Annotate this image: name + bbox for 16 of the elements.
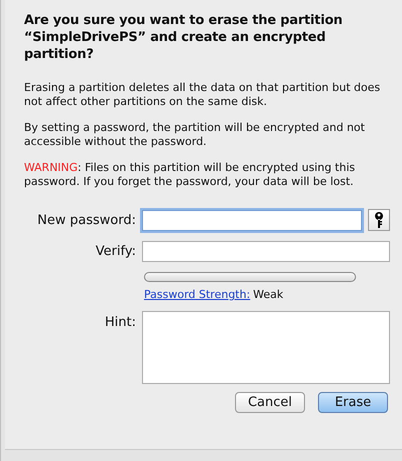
strength-link[interactable]: Password Strength: [144, 288, 250, 301]
erase-button[interactable]: Erase [318, 392, 388, 413]
password-assistant-button[interactable] [368, 209, 390, 231]
strength-value: Weak [253, 288, 284, 301]
cancel-button[interactable]: Cancel [235, 392, 305, 413]
message-text: By setting a password, the partition will be encrypted and not accessible without the password. [24, 121, 366, 149]
message-text: Erasing a partition deletes all the data on that partition but does not affect other partitions on the same disk. [24, 81, 382, 109]
hint-field[interactable] [142, 311, 390, 384]
field-label: Hint: [104, 315, 136, 330]
field-label: New password: [36, 212, 136, 228]
warning-text: WARNING: Files on this partition will be encrypted using this password. If you forget the password, your data will be lost. [24, 161, 356, 189]
key-icon [375, 212, 383, 228]
input-field[interactable] [142, 210, 362, 230]
dialog-title: Are you sure you want to erase the partition “SimpleDrivePS” and create an encrypted partition? [24, 12, 344, 63]
field-label: Verify: [94, 244, 136, 259]
input-field[interactable] [142, 241, 390, 262]
